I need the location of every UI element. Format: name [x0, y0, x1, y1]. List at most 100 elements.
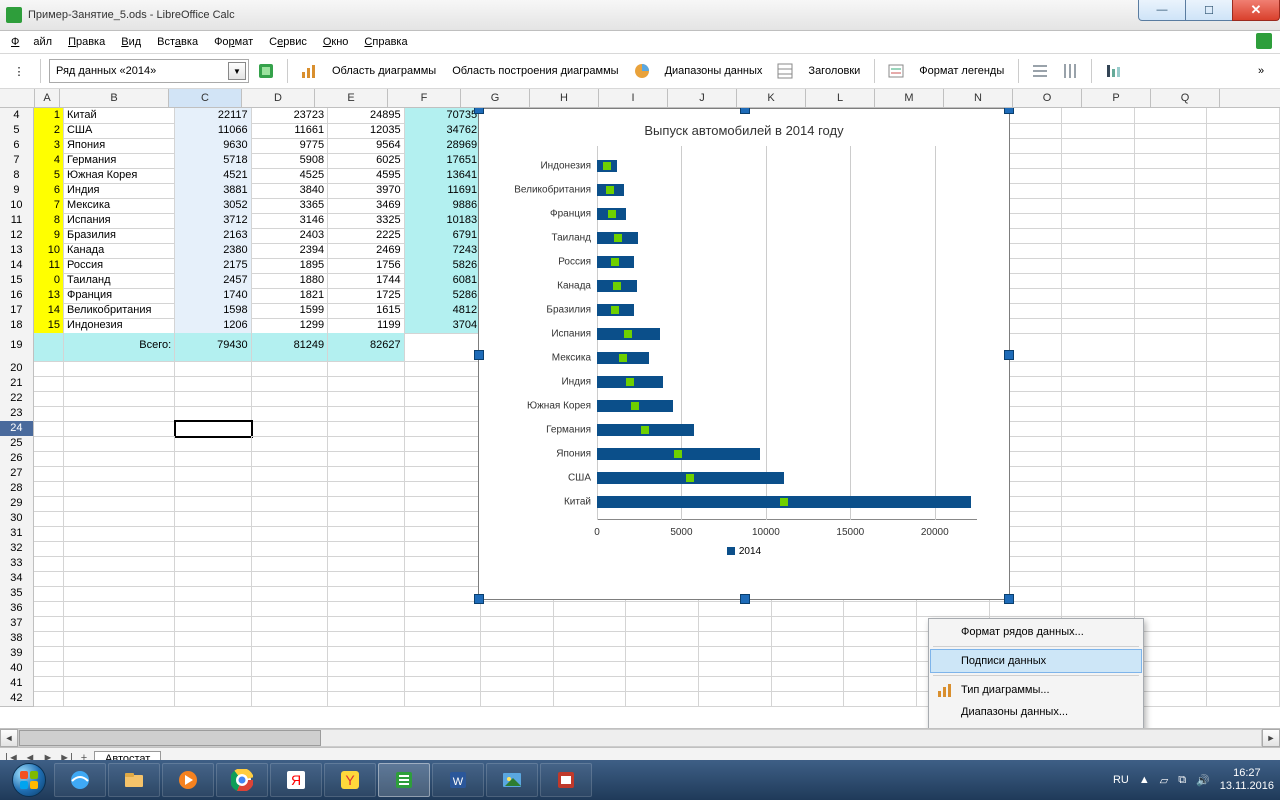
scroll-left-icon[interactable]: ◄: [0, 729, 18, 747]
column-header[interactable]: B: [60, 89, 169, 107]
chart-bar[interactable]: [597, 376, 663, 388]
chart-object[interactable]: Выпуск автомобилей в 2014 году 050001000…: [478, 108, 1010, 600]
ctx-chart-type[interactable]: Тип диаграммы...: [931, 679, 1141, 701]
tray-lang[interactable]: RU: [1113, 774, 1129, 786]
chart-bar[interactable]: [597, 304, 634, 316]
chart-bar[interactable]: [597, 352, 649, 364]
chart-bar[interactable]: [597, 184, 624, 196]
minimize-button[interactable]: —: [1138, 0, 1186, 21]
system-tray[interactable]: RU ▲ ▱ ⧉ 🔊 16:2713.11.2016: [1113, 767, 1274, 793]
taskbar-app-media[interactable]: [162, 763, 214, 797]
column-header[interactable]: E: [315, 89, 388, 107]
tray-volume-icon[interactable]: 🔊: [1196, 774, 1210, 787]
taskbar-app-yandex[interactable]: Я: [270, 763, 322, 797]
ctx-format-series[interactable]: Формат рядов данных...: [931, 621, 1141, 643]
menu-bar: Файл Правка Вид Вставка Формат Сервис Ок…: [0, 31, 1280, 54]
tray-clock[interactable]: 16:2713.11.2016: [1220, 767, 1274, 793]
menu-edit[interactable]: Правка: [61, 34, 112, 50]
scroll-right-icon[interactable]: ►: [1262, 729, 1280, 747]
vgrid-icon[interactable]: [1057, 58, 1083, 84]
dropdown-arrow-icon[interactable]: ▼: [228, 62, 246, 80]
horizontal-scrollbar[interactable]: ◄ ►: [0, 728, 1280, 747]
menu-tools[interactable]: Сервис: [262, 34, 314, 50]
column-header[interactable]: H: [530, 89, 599, 107]
taskbar-app-ie[interactable]: [54, 763, 106, 797]
column-header[interactable]: D: [242, 89, 315, 107]
titles-button[interactable]: Заголовки: [802, 61, 866, 81]
maximize-button[interactable]: ☐: [1185, 0, 1233, 21]
menu-insert[interactable]: Вставка: [150, 34, 205, 50]
chart-bar[interactable]: [597, 424, 694, 436]
chart-bar[interactable]: [597, 256, 634, 268]
chart-bar[interactable]: [597, 160, 617, 172]
tray-network-icon[interactable]: ⧉: [1178, 774, 1186, 787]
grid-row[interactable]: 36: [0, 601, 1280, 616]
legend-toggle-icon[interactable]: [883, 58, 909, 84]
column-header[interactable]: I: [599, 89, 668, 107]
taskbar-app-word[interactable]: W: [432, 763, 484, 797]
data-table-icon[interactable]: [772, 58, 798, 84]
column-header[interactable]: A: [35, 89, 60, 107]
taskbar-app-explorer[interactable]: [108, 763, 160, 797]
chart-category-label: Испания: [551, 329, 591, 340]
chart-bar[interactable]: [597, 328, 660, 340]
chart-bar[interactable]: [597, 472, 784, 484]
column-header[interactable]: F: [388, 89, 461, 107]
close-button[interactable]: ✕: [1232, 0, 1280, 21]
taskbar-app-pictures[interactable]: [486, 763, 538, 797]
chart-bar[interactable]: [597, 232, 638, 244]
menu-help[interactable]: Справка: [357, 34, 414, 50]
taskbar-app-impress[interactable]: [540, 763, 592, 797]
column-header[interactable]: G: [461, 89, 530, 107]
toolbar-grip-icon: ⋮: [6, 58, 32, 84]
menu-file[interactable]: Файл: [4, 34, 59, 50]
toolbar-overflow-icon[interactable]: »: [1248, 58, 1274, 84]
chart-bar[interactable]: [597, 280, 637, 292]
tray-up-icon[interactable]: ▲: [1139, 774, 1150, 786]
chart-bar[interactable]: [597, 448, 760, 460]
menu-view[interactable]: Вид: [114, 34, 148, 50]
taskbar-app-calc[interactable]: [378, 763, 430, 797]
ctx-data-labels[interactable]: Подписи данных: [930, 649, 1142, 673]
spreadsheet-grid[interactable]: 41Китай2211723723248957073552США11066116…: [0, 108, 1280, 728]
tray-flag-icon[interactable]: ▱: [1160, 774, 1168, 787]
chart-bar[interactable]: [597, 400, 673, 412]
column-header[interactable]: J: [668, 89, 737, 107]
data-ranges-button[interactable]: Диапазоны данных: [659, 61, 769, 81]
chart-bar[interactable]: [597, 208, 626, 220]
taskbar-app-yandex2[interactable]: Y: [324, 763, 376, 797]
chart-element-selector[interactable]: Ряд данных «2014» ▼: [49, 59, 249, 83]
menu-format[interactable]: Формат: [207, 34, 260, 50]
column-header[interactable]: L: [806, 89, 875, 107]
chart-plot-area[interactable]: 05000100001500020000ИндонезияВеликобрита…: [479, 146, 995, 520]
hgrid-icon[interactable]: [1027, 58, 1053, 84]
chart-bar[interactable]: [597, 496, 971, 508]
extension-icon[interactable]: [1256, 33, 1272, 49]
axes-icon[interactable]: [1100, 58, 1126, 84]
chart-type-icon[interactable]: [296, 58, 322, 84]
menu-window[interactable]: Окно: [316, 34, 356, 50]
chart-category-label: Индонезия: [540, 161, 591, 172]
window-titlebar: Пример-Занятие_5.ods - LibreOffice Calc …: [0, 0, 1280, 31]
start-button[interactable]: [6, 763, 52, 797]
taskbar-app-chrome[interactable]: [216, 763, 268, 797]
chart-area-button[interactable]: Область диаграммы: [326, 61, 442, 81]
chart-category-label: Россия: [558, 257, 591, 268]
column-header[interactable]: C: [169, 89, 242, 107]
ctx-data-ranges[interactable]: Диапазоны данных...: [931, 701, 1141, 723]
chart-title: Выпуск автомобилей в 2014 году: [479, 109, 1009, 146]
plot-area-button[interactable]: Область построения диаграммы: [446, 61, 624, 81]
column-header[interactable]: Q: [1151, 89, 1220, 107]
chart-category-label: Канада: [557, 281, 591, 292]
column-header[interactable]: M: [875, 89, 944, 107]
format-selection-icon[interactable]: [253, 58, 279, 84]
legend-format-button[interactable]: Формат легенды: [913, 61, 1010, 81]
column-header[interactable]: N: [944, 89, 1013, 107]
column-headers[interactable]: ABCDEFGHIJKLMNOPQ: [0, 89, 1280, 108]
column-header[interactable]: O: [1013, 89, 1082, 107]
column-header[interactable]: P: [1082, 89, 1151, 107]
column-header[interactable]: K: [737, 89, 806, 107]
chart-wall-icon[interactable]: [629, 58, 655, 84]
chart-category-label: Индия: [561, 377, 591, 388]
scroll-thumb[interactable]: [19, 730, 321, 746]
